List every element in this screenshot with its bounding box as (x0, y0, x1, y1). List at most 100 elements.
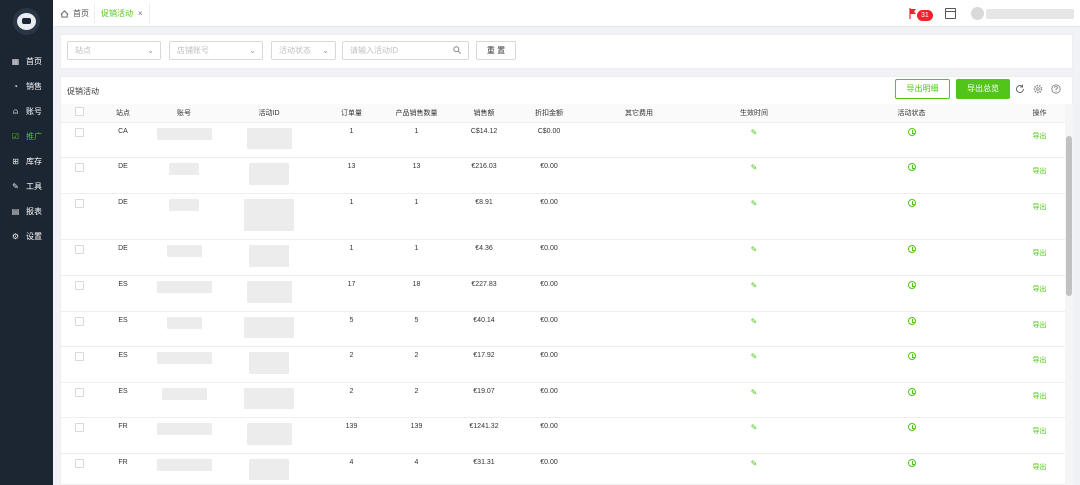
edit-icon[interactable]: ✎ (751, 352, 758, 361)
edit-icon[interactable]: ✎ (751, 423, 758, 432)
promotion-id-search-input[interactable]: 请输入活动ID (342, 41, 469, 60)
tab-promotions[interactable]: 促销活动 × (94, 3, 150, 24)
table-row[interactable]: ES 2 2 €17.92 €0.00 ✎ 导出 (61, 346, 1065, 383)
logo[interactable] (13, 8, 40, 35)
scroll-thumb[interactable] (1066, 136, 1072, 296)
effective-time-cell: ✎ (699, 453, 809, 485)
sidebar-item-6[interactable]: ▤ 报表 (0, 199, 53, 224)
export-row-link[interactable]: 导出 (1033, 131, 1047, 141)
export-row-link[interactable]: 导出 (1033, 320, 1047, 330)
sidebar-item-1[interactable]: ◔ 销售 (0, 74, 53, 99)
header-select-all[interactable] (61, 104, 97, 123)
export-row-link[interactable]: 导出 (1033, 426, 1047, 436)
edit-icon[interactable]: ✎ (751, 163, 758, 172)
clock-icon (907, 316, 916, 325)
avatar[interactable] (971, 7, 984, 20)
account-select[interactable]: 店铺账号 ⌄ (169, 41, 263, 60)
table-row[interactable]: CA 1 1 C$14.12 C$0.00 ✎ 导出 (61, 122, 1065, 158)
edit-icon[interactable]: ✎ (751, 245, 758, 254)
row-select-cell[interactable] (61, 417, 97, 454)
sidebar-item-2[interactable]: ⍝ 账号 (0, 99, 53, 124)
export-row-link[interactable]: 导出 (1033, 248, 1047, 258)
row-checkbox[interactable] (74, 280, 84, 290)
table-row[interactable]: ES 2 2 €19.07 €0.00 ✎ 导出 (61, 382, 1065, 418)
username-blurred[interactable] (986, 9, 1074, 19)
row-checkbox[interactable] (74, 351, 84, 361)
sidebar-item-0[interactable]: ▦ 首页 (0, 49, 53, 74)
export-row-link[interactable]: 导出 (1033, 391, 1047, 401)
edit-icon[interactable]: ✎ (751, 281, 758, 290)
tab-home[interactable]: 首页 (60, 3, 89, 24)
row-checkbox[interactable] (74, 422, 84, 432)
row-select-cell[interactable] (61, 346, 97, 383)
row-select-cell[interactable] (61, 239, 97, 276)
select-all-checkbox[interactable] (74, 107, 84, 117)
close-icon[interactable]: × (138, 9, 143, 18)
orders-cell: 17 (319, 275, 384, 312)
promotion-id-cell (219, 382, 319, 418)
export-row-link[interactable]: 导出 (1033, 284, 1047, 294)
export-row-link[interactable]: 导出 (1033, 355, 1047, 365)
actions-cell: 导出 (1014, 417, 1065, 454)
actions-cell: 导出 (1014, 275, 1065, 312)
table-row[interactable]: ES 17 18 €227.83 €0.00 ✎ 导出 (61, 275, 1065, 312)
table-row[interactable]: DE 1 1 €8.91 €0.00 ✎ 导出 (61, 193, 1065, 240)
row-select-cell[interactable] (61, 453, 97, 485)
row-checkbox[interactable] (74, 244, 84, 254)
sidebar-item-4[interactable]: ⊞ 库存 (0, 149, 53, 174)
row-select-cell[interactable] (61, 193, 97, 240)
search-icon[interactable] (453, 46, 461, 54)
export-row-link[interactable]: 导出 (1033, 166, 1047, 176)
site-cell: FR (97, 453, 149, 485)
export-row-link[interactable]: 导出 (1033, 202, 1047, 212)
calendar-icon[interactable] (945, 8, 956, 19)
header-promotion-id: 活动ID (219, 104, 319, 123)
row-select-cell[interactable] (61, 311, 97, 347)
row-select-cell[interactable] (61, 275, 97, 312)
tab-promotions-label: 促销活动 (101, 9, 133, 18)
export-row-link[interactable]: 导出 (1033, 462, 1047, 472)
edit-icon[interactable]: ✎ (751, 459, 758, 468)
table-row[interactable]: ES 5 5 €40.14 €0.00 ✎ 导出 (61, 311, 1065, 347)
site-cell: ES (97, 275, 149, 312)
flag-icon[interactable] (909, 8, 917, 19)
table-row[interactable]: DE 13 13 €216.03 €0.00 ✎ 导出 (61, 157, 1065, 194)
site-select[interactable]: 站点 ⌄ (67, 41, 161, 60)
export-summary-button[interactable]: 导出总览 (956, 79, 1010, 99)
account-cell (149, 193, 219, 240)
reset-button[interactable]: 重 置 (476, 41, 516, 60)
edit-icon[interactable]: ✎ (751, 128, 758, 137)
units-cell: 13 (384, 157, 449, 194)
row-checkbox[interactable] (74, 198, 84, 208)
row-select-cell[interactable] (61, 157, 97, 194)
settings-gear-icon[interactable] (1033, 84, 1043, 94)
table-scrollbar[interactable] (1065, 104, 1073, 485)
row-checkbox[interactable] (74, 316, 84, 326)
edit-icon[interactable]: ✎ (751, 317, 758, 326)
promotion-id-cell (219, 275, 319, 312)
sidebar-item-7[interactable]: ⚙ 设置 (0, 224, 53, 249)
row-checkbox[interactable] (74, 458, 84, 468)
row-checkbox[interactable] (74, 127, 84, 137)
table-row[interactable]: FR 4 4 €31.31 €0.00 ✎ 导出 (61, 453, 1065, 485)
orders-cell: 4 (319, 453, 384, 485)
sidebar-item-3[interactable]: ☑ 推广 (0, 124, 53, 149)
status-select[interactable]: 活动状态 ⌄ (271, 41, 336, 60)
sidebar-item-5[interactable]: ✎ 工具 (0, 174, 53, 199)
table-row[interactable]: DE 1 1 €4.36 €0.00 ✎ 导出 (61, 239, 1065, 276)
actions-cell: 导出 (1014, 239, 1065, 276)
effective-time-cell: ✎ (699, 157, 809, 194)
edit-icon[interactable]: ✎ (751, 388, 758, 397)
row-checkbox[interactable] (74, 162, 84, 172)
orders-cell: 1 (319, 122, 384, 158)
other-fees-cell (579, 417, 699, 454)
row-select-cell[interactable] (61, 122, 97, 158)
table-row[interactable]: FR 139 139 €1241.32 €0.00 ✎ 导出 (61, 417, 1065, 454)
help-icon[interactable] (1051, 84, 1061, 94)
export-detail-button[interactable]: 导出明细 (895, 79, 950, 99)
edit-icon[interactable]: ✎ (751, 199, 758, 208)
row-select-cell[interactable] (61, 382, 97, 418)
refresh-icon[interactable] (1015, 84, 1025, 94)
clock-icon (907, 244, 916, 253)
row-checkbox[interactable] (74, 387, 84, 397)
